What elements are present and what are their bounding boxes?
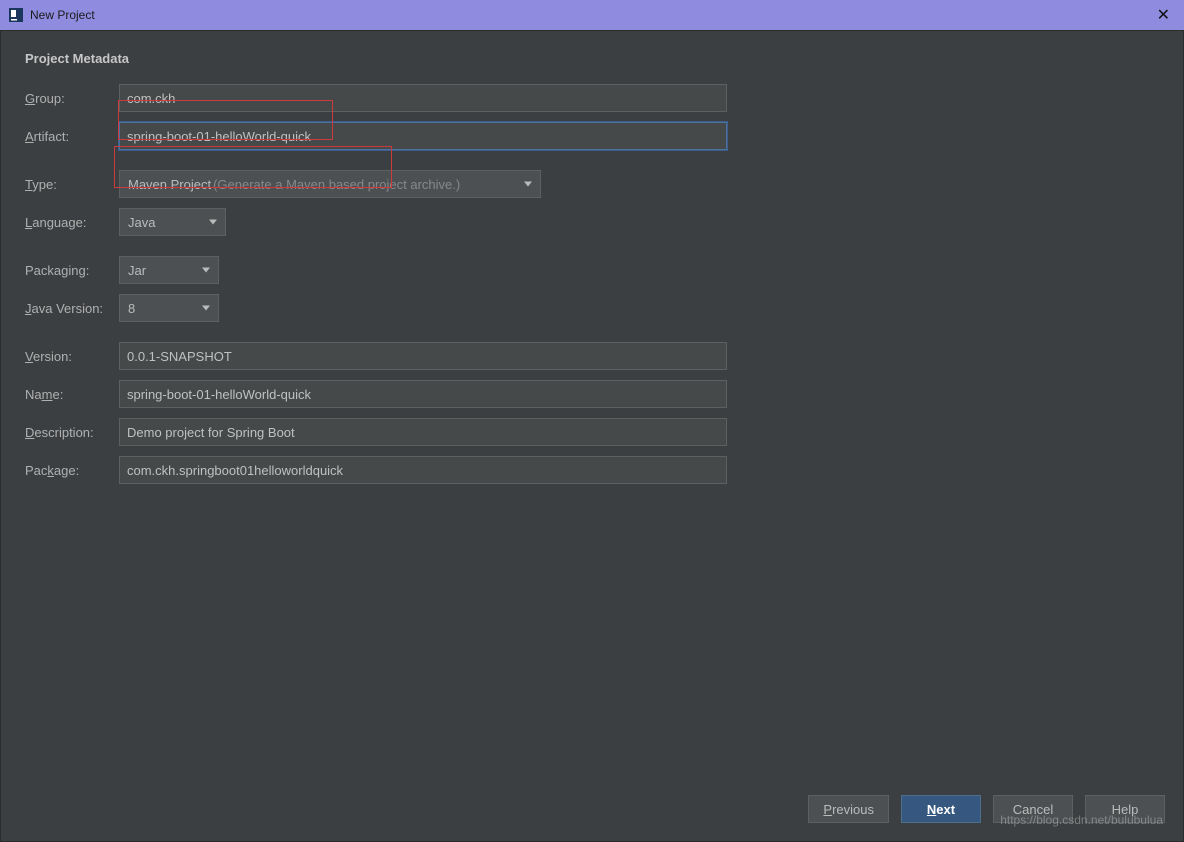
- previous-button[interactable]: Previous: [808, 795, 889, 823]
- packaging-select-value: Jar: [128, 263, 146, 278]
- chevron-down-icon: [209, 220, 217, 225]
- chevron-down-icon: [202, 268, 210, 273]
- group-label: Group:: [25, 91, 119, 106]
- type-select[interactable]: Maven Project (Generate a Maven based pr…: [119, 170, 541, 198]
- type-select-value: Maven Project: [128, 177, 211, 192]
- name-label: Name:: [25, 387, 119, 402]
- cancel-button[interactable]: Cancel: [993, 795, 1073, 823]
- language-label: Language:: [25, 215, 119, 230]
- type-label: Type:: [25, 177, 119, 192]
- version-input[interactable]: [119, 342, 727, 370]
- chevron-down-icon: [524, 182, 532, 187]
- button-bar: Previous Next Cancel Help: [808, 795, 1165, 823]
- packaging-label: Packaging:: [25, 263, 119, 278]
- language-select-value: Java: [128, 215, 155, 230]
- group-input[interactable]: [119, 84, 727, 112]
- close-icon[interactable]: ✕: [1151, 3, 1176, 27]
- language-select[interactable]: Java: [119, 208, 226, 236]
- chevron-down-icon: [202, 306, 210, 311]
- artifact-label: Artifact:: [25, 129, 119, 144]
- window-title: New Project: [30, 8, 1151, 22]
- package-input[interactable]: [119, 456, 727, 484]
- description-input[interactable]: [119, 418, 727, 446]
- package-label: Package:: [25, 463, 119, 478]
- app-icon: [8, 7, 24, 23]
- java-version-select-value: 8: [128, 301, 135, 316]
- section-heading: Project Metadata: [25, 51, 1159, 66]
- java-version-label: Java Version:: [25, 301, 119, 316]
- version-label: Version:: [25, 349, 119, 364]
- type-select-hint: (Generate a Maven based project archive.…: [213, 177, 460, 192]
- packaging-select[interactable]: Jar: [119, 256, 219, 284]
- artifact-input[interactable]: [119, 122, 727, 150]
- description-label: Description:: [25, 425, 119, 440]
- java-version-select[interactable]: 8: [119, 294, 219, 322]
- next-button[interactable]: Next: [901, 795, 981, 823]
- name-input[interactable]: [119, 380, 727, 408]
- help-button[interactable]: Help: [1085, 795, 1165, 823]
- dialog-body: Project Metadata Group: Artifact: Type: …: [0, 30, 1184, 842]
- titlebar: New Project ✕: [0, 0, 1184, 30]
